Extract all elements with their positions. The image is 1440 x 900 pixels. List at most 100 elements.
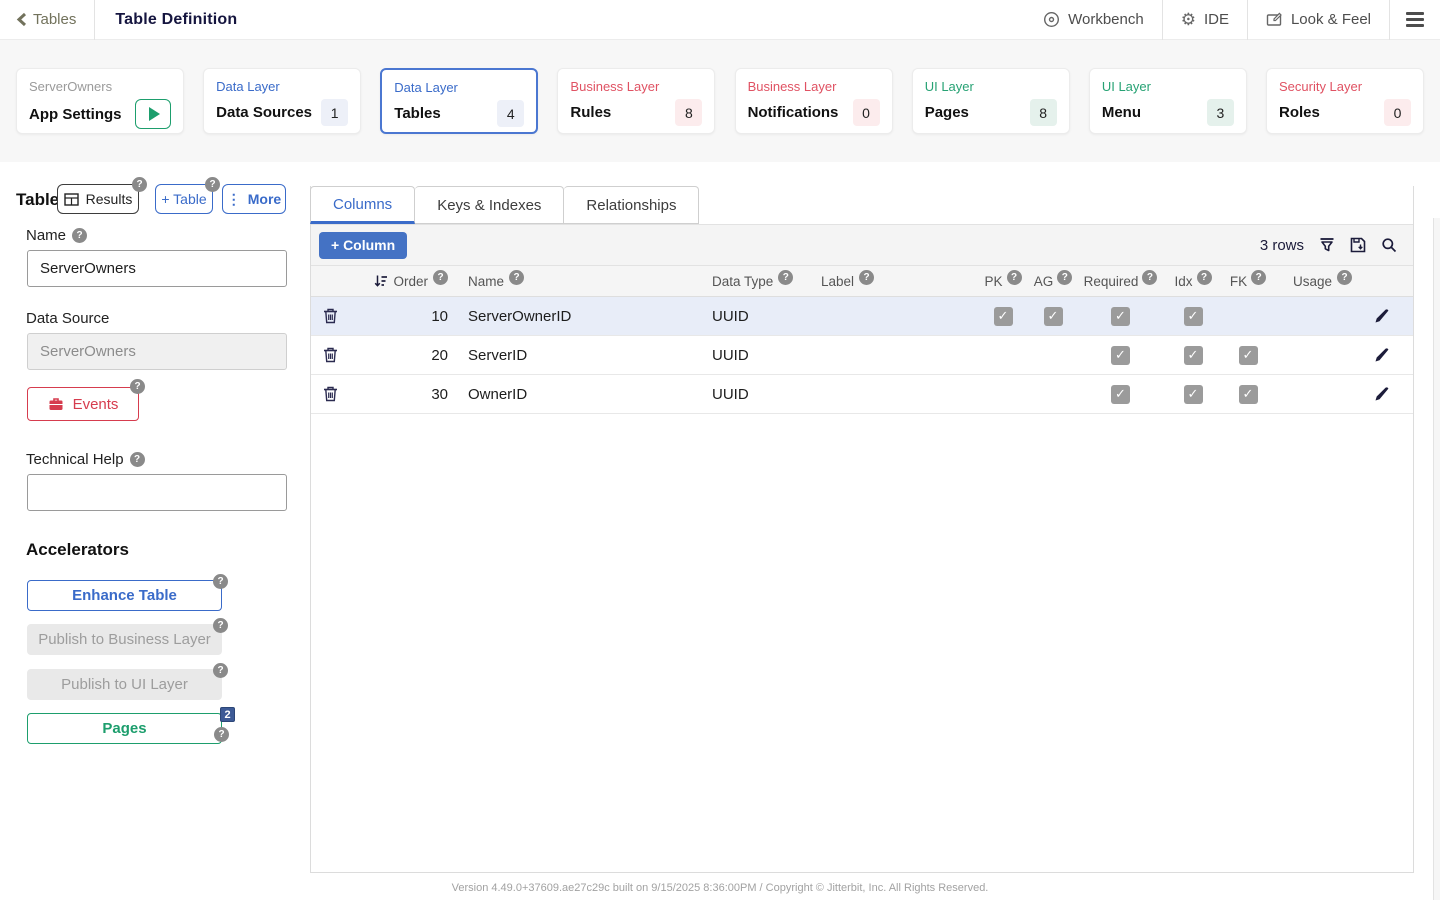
trash-icon[interactable] bbox=[323, 347, 338, 363]
ide-button[interactable]: ⚙ IDE bbox=[1163, 0, 1247, 40]
cell-name: ServerID bbox=[468, 347, 527, 364]
count-badge: 0 bbox=[1384, 99, 1411, 126]
help-icon[interactable] bbox=[205, 177, 220, 192]
help-icon[interactable] bbox=[213, 574, 228, 589]
card-menu[interactable]: UI Layer Menu 3 bbox=[1089, 68, 1247, 134]
trash-icon[interactable] bbox=[323, 308, 338, 324]
column-header-label[interactable]: Label bbox=[821, 274, 854, 289]
column-header-data-type[interactable]: Data Type bbox=[712, 274, 773, 289]
panel-heading: Table bbox=[16, 190, 59, 210]
help-icon[interactable] bbox=[1197, 270, 1212, 285]
run-app-button[interactable] bbox=[135, 99, 171, 129]
card-layer-label: UI Layer bbox=[925, 79, 1057, 94]
edit-pencil-icon[interactable] bbox=[1374, 347, 1390, 363]
required-checkbox bbox=[1111, 385, 1130, 404]
look-feel-button[interactable]: Look & Feel bbox=[1248, 0, 1389, 40]
ide-label: IDE bbox=[1204, 11, 1229, 28]
vertical-dots-icon: ⋮ bbox=[227, 191, 241, 208]
idx-checkbox bbox=[1184, 385, 1203, 404]
cell-data-type: UUID bbox=[712, 308, 749, 325]
search-icon[interactable] bbox=[1381, 237, 1397, 253]
card-pages[interactable]: UI Layer Pages 8 bbox=[912, 68, 1070, 134]
column-header-fk[interactable]: FK bbox=[1230, 274, 1247, 289]
hamburger-icon[interactable] bbox=[1390, 12, 1440, 27]
add-table-button[interactable]: + Table bbox=[155, 184, 213, 214]
card-data-sources[interactable]: Data Layer Data Sources 1 bbox=[203, 68, 361, 134]
help-icon[interactable] bbox=[214, 727, 229, 742]
help-icon[interactable] bbox=[433, 270, 448, 285]
help-icon[interactable] bbox=[1142, 270, 1157, 285]
technical-help-input[interactable] bbox=[27, 474, 287, 511]
column-header-usage[interactable]: Usage bbox=[1293, 274, 1332, 289]
technical-help-field-label: Technical Help bbox=[26, 451, 145, 468]
card-name: Menu bbox=[1102, 104, 1141, 121]
cell-order: 10 bbox=[431, 308, 448, 325]
trash-icon[interactable] bbox=[323, 386, 338, 402]
help-icon[interactable] bbox=[130, 379, 145, 394]
back-to-tables-link[interactable]: Tables bbox=[0, 0, 94, 40]
events-button[interactable]: Events bbox=[27, 387, 139, 421]
column-header-ag[interactable]: AG bbox=[1034, 274, 1054, 289]
help-icon[interactable] bbox=[72, 228, 87, 243]
help-icon[interactable] bbox=[1057, 270, 1072, 285]
fk-checkbox bbox=[1239, 385, 1258, 404]
sort-icon[interactable] bbox=[374, 274, 388, 288]
name-input[interactable] bbox=[27, 250, 287, 287]
card-roles[interactable]: Security Layer Roles 0 bbox=[1266, 68, 1424, 134]
help-icon[interactable] bbox=[1007, 270, 1022, 285]
card-app-settings[interactable]: ServerOwners App Settings bbox=[16, 68, 184, 134]
grid-tabs: Columns Keys & Indexes Relationships bbox=[311, 186, 1413, 224]
help-icon[interactable] bbox=[213, 663, 228, 678]
required-checkbox bbox=[1111, 307, 1130, 326]
card-layer-label: Business Layer bbox=[570, 79, 702, 94]
count-badge: 8 bbox=[1030, 99, 1057, 126]
more-button[interactable]: ⋮ More bbox=[222, 184, 286, 214]
help-icon[interactable] bbox=[213, 618, 228, 633]
look-feel-icon bbox=[1266, 12, 1283, 28]
edit-pencil-icon[interactable] bbox=[1374, 308, 1390, 324]
help-icon[interactable] bbox=[859, 270, 874, 285]
column-header-name[interactable]: Name bbox=[468, 274, 504, 289]
required-checkbox bbox=[1111, 346, 1130, 365]
column-header-required[interactable]: Required bbox=[1084, 274, 1139, 289]
column-header-idx[interactable]: Idx bbox=[1174, 274, 1192, 289]
card-rules[interactable]: Business Layer Rules 8 bbox=[557, 68, 715, 134]
tab-relationships[interactable]: Relationships bbox=[564, 186, 699, 224]
card-tables[interactable]: Data Layer Tables 4 bbox=[380, 68, 538, 134]
help-icon[interactable] bbox=[509, 270, 524, 285]
scrollbar-track[interactable] bbox=[1433, 218, 1440, 900]
help-icon[interactable] bbox=[778, 270, 793, 285]
help-icon[interactable] bbox=[1251, 270, 1266, 285]
count-badge: 3 bbox=[1207, 99, 1234, 126]
card-name: Pages bbox=[925, 104, 969, 121]
card-name: Data Sources bbox=[216, 104, 312, 121]
row-count: 3 rows bbox=[1260, 237, 1304, 254]
tab-columns[interactable]: Columns bbox=[310, 186, 415, 224]
grid-toolbar: + Column 3 rows bbox=[311, 224, 1413, 266]
name-field-label: Name bbox=[26, 227, 87, 244]
table-definition-page: Tables Table Definition Workbench ⚙ IDE … bbox=[0, 0, 1440, 900]
column-header-pk[interactable]: PK bbox=[984, 274, 1002, 289]
card-layer-label: UI Layer bbox=[1102, 79, 1234, 94]
more-label: More bbox=[248, 191, 281, 207]
pages-button[interactable]: Pages 2 bbox=[27, 713, 222, 744]
grid-header-row: Order Name Data Type Label PK AG bbox=[311, 266, 1413, 297]
add-column-button[interactable]: + Column bbox=[319, 232, 407, 259]
count-badge: 8 bbox=[675, 99, 702, 126]
table-row[interactable]: 20 ServerID UUID bbox=[311, 336, 1413, 375]
help-icon[interactable] bbox=[130, 452, 145, 467]
results-button[interactable]: Results bbox=[57, 184, 139, 214]
enhance-table-button[interactable]: Enhance Table bbox=[27, 580, 222, 611]
card-notifications[interactable]: Business Layer Notifications 0 bbox=[735, 68, 893, 134]
edit-pencil-icon[interactable] bbox=[1374, 386, 1390, 402]
help-icon[interactable] bbox=[132, 177, 147, 192]
cell-data-type: UUID bbox=[712, 386, 749, 403]
filter-icon[interactable] bbox=[1319, 237, 1335, 253]
workbench-button[interactable]: Workbench bbox=[1025, 0, 1162, 40]
table-row[interactable]: 10 ServerOwnerID UUID bbox=[311, 297, 1413, 336]
save-icon[interactable] bbox=[1350, 237, 1366, 253]
tab-keys-indexes[interactable]: Keys & Indexes bbox=[415, 186, 564, 224]
help-icon[interactable] bbox=[1337, 270, 1352, 285]
table-row[interactable]: 30 OwnerID UUID bbox=[311, 375, 1413, 414]
column-header-order[interactable]: Order bbox=[393, 274, 428, 289]
